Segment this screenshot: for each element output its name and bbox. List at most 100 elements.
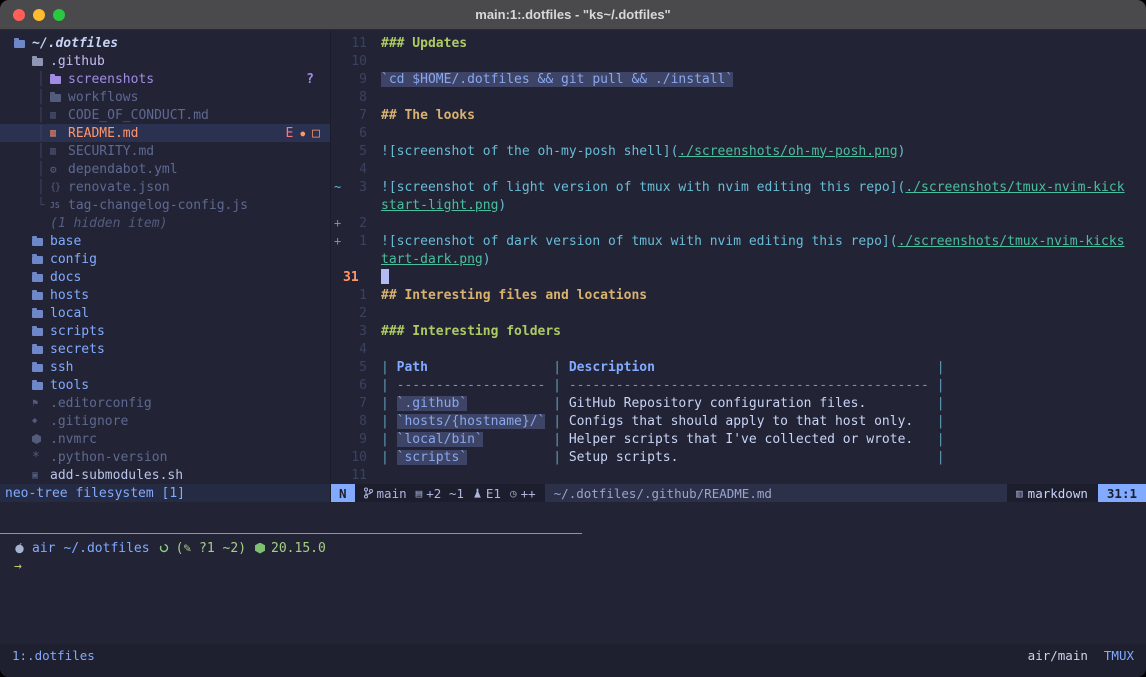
text-segment: | <box>913 414 944 429</box>
shell-input-line[interactable]: → <box>0 557 1146 575</box>
prompt-cwd: ~/.dotfiles <box>63 541 149 556</box>
tree-item-security-md[interactable]: │▥SECURITY.md <box>0 142 330 160</box>
tree-item-github[interactable]: .github <box>0 52 330 70</box>
tree-item-editorconfig[interactable]: ⚑.editorconfig <box>0 394 330 412</box>
editor-line[interactable]: 11 <box>331 466 1146 484</box>
zoom-button[interactable] <box>53 9 65 21</box>
editor-line[interactable]: 31 <box>331 268 1146 286</box>
tree-item-python-version[interactable]: *.python-version <box>0 448 330 466</box>
tree-item-local[interactable]: local <box>0 304 330 322</box>
editor-line[interactable]: 7## The looks <box>331 106 1146 124</box>
editor-line[interactable]: 2 <box>331 304 1146 322</box>
tree-item-1-hidden-item[interactable]: (1 hidden item) <box>0 214 330 232</box>
editor-line[interactable]: 5| Path | Description | <box>331 358 1146 376</box>
editor-line[interactable]: 5![screenshot of the oh-my-posh shell](.… <box>331 142 1146 160</box>
md-icon: ▥ <box>50 146 68 157</box>
text-segment: GitHub Repository configuration files. <box>569 396 866 411</box>
neo-tree-winbar: neo-tree filesystem [1] <box>0 484 330 502</box>
prompt-node-version: 20.15.0 <box>271 541 326 556</box>
tmux-status-area: 1:.dotfiles air/main TMUX <box>0 644 1146 677</box>
line-text: ### Updates <box>381 36 467 51</box>
text-segment: Path <box>397 360 428 375</box>
editor-line[interactable]: 8 <box>331 88 1146 106</box>
tree-item-hosts[interactable]: hosts <box>0 286 330 304</box>
tree-item-label: screenshots <box>68 72 154 87</box>
editor-line[interactable]: 10| `scripts` | Setup scripts. | <box>331 448 1146 466</box>
tmux-window-label[interactable]: 1:.dotfiles <box>12 648 95 663</box>
editor-line[interactable]: start-light.png) <box>331 196 1146 214</box>
gutter-sign: + <box>331 234 343 248</box>
editor-line[interactable]: 6| ------------------- | ---------------… <box>331 376 1146 394</box>
line-number: 4 <box>343 342 367 357</box>
editor-line[interactable]: 1## Interesting files and locations <box>331 286 1146 304</box>
cursor-position: 31:1 <box>1098 484 1146 502</box>
tree-item-gitignore[interactable]: ◆.gitignore <box>0 412 330 430</box>
titlebar: main:1:.dotfiles - "ks~/.dotfiles" <box>0 0 1146 30</box>
editor-line[interactable]: 9`cd $HOME/.dotfiles && git pull && ./in… <box>331 70 1146 88</box>
editor-line[interactable]: 4 <box>331 160 1146 178</box>
tree-item-screenshots[interactable]: │screenshots? <box>0 70 330 88</box>
flask-icon <box>473 488 482 499</box>
editor-line[interactable]: 10 <box>331 52 1146 70</box>
terminal-window: main:1:.dotfiles - "ks~/.dotfiles" ~/.do… <box>0 0 1146 677</box>
editor-line[interactable]: 8| `hosts/{hostname}/` | Configs that sh… <box>331 412 1146 430</box>
tmux-badge: TMUX <box>1104 648 1134 663</box>
shell-pane[interactable]: air ~/.dotfiles (✎ ?1 ~2) 20.15.0 → <box>0 534 1146 644</box>
tree-item-scripts[interactable]: scripts <box>0 322 330 340</box>
minimize-button[interactable] <box>33 9 45 21</box>
text-segment: ) <box>498 198 506 213</box>
editor-pane: 11### Updates 10 9`cd $HOME/.dotfiles &&… <box>330 30 1146 502</box>
tree-item-label: base <box>50 234 81 249</box>
folder-icon <box>32 362 50 372</box>
text-segment: ## The looks <box>381 108 475 123</box>
tree-item-label: README.md <box>68 126 138 141</box>
tree-item-dotfiles[interactable]: ~/.dotfiles <box>0 34 330 52</box>
editor-line[interactable]: 3### Interesting folders <box>331 322 1146 340</box>
tree-item-base[interactable]: base <box>0 232 330 250</box>
text-segment: ![screenshot of dark version of tmux wit… <box>381 234 898 249</box>
folder-icon <box>32 236 50 246</box>
editor-line[interactable]: 6 <box>331 124 1146 142</box>
shell-prompt: air ~/.dotfiles (✎ ?1 ~2) 20.15.0 <box>0 539 1146 557</box>
editor-line[interactable]: +1![screenshot of dark version of tmux w… <box>331 232 1146 250</box>
tree-item-tools[interactable]: tools <box>0 376 330 394</box>
close-button[interactable] <box>13 9 25 21</box>
tree-item-ssh[interactable]: ssh <box>0 358 330 376</box>
tree-item-renovate-json[interactable]: │{}renovate.json <box>0 178 330 196</box>
tree-item-code-of-conduct-md[interactable]: │▥CODE_OF_CONDUCT.md <box>0 106 330 124</box>
tree-item-add-submodules-sh[interactable]: ▣add-submodules.sh <box>0 466 330 484</box>
folder-icon <box>32 308 50 318</box>
traffic-lights <box>13 9 65 21</box>
editor-line[interactable]: +2 <box>331 214 1146 232</box>
line-text: tart-dark.png) <box>381 252 491 267</box>
text-segment: `local/bin` <box>397 432 483 447</box>
diagnostics: E1 <box>473 484 501 502</box>
hex-icon <box>32 434 50 444</box>
tree-item-label: config <box>50 252 97 267</box>
tree-item-dependabot-yml[interactable]: │⚙dependabot.yml <box>0 160 330 178</box>
status-badge: ● <box>300 129 305 138</box>
tree-item-docs[interactable]: docs <box>0 268 330 286</box>
editor-line[interactable]: 4 <box>331 340 1146 358</box>
git-branch-icon <box>364 487 373 499</box>
line-number: 1 <box>343 288 367 303</box>
text-segment <box>483 432 553 447</box>
folder-icon <box>32 344 50 354</box>
tree-item-tag-changelog-config-js[interactable]: └JStag-changelog-config.js <box>0 196 330 214</box>
text-segment: | <box>913 432 944 447</box>
tree-item-config[interactable]: config <box>0 250 330 268</box>
folder-icon <box>32 272 50 282</box>
editor-line[interactable]: 9| `local/bin` | Helper scripts that I'v… <box>331 430 1146 448</box>
line-number: 10 <box>343 54 367 69</box>
editor-line[interactable]: ~3![screenshot of light version of tmux … <box>331 178 1146 196</box>
editor-line[interactable]: tart-dark.png) <box>331 250 1146 268</box>
folder-icon <box>32 326 50 336</box>
tree-item-readme-md[interactable]: │▥README.mdE●□ <box>0 124 330 142</box>
tree-item-nvmrc[interactable]: .nvmrc <box>0 430 330 448</box>
file-path: ~/.dotfiles/.github/README.md <box>545 484 1007 502</box>
editor-line[interactable]: 11### Updates <box>331 34 1146 52</box>
md-icon: ▥ <box>50 128 68 139</box>
editor-line[interactable]: 7| `.github` | GitHub Repository configu… <box>331 394 1146 412</box>
tree-item-workflows[interactable]: │workflows <box>0 88 330 106</box>
tree-item-secrets[interactable]: secrets <box>0 340 330 358</box>
